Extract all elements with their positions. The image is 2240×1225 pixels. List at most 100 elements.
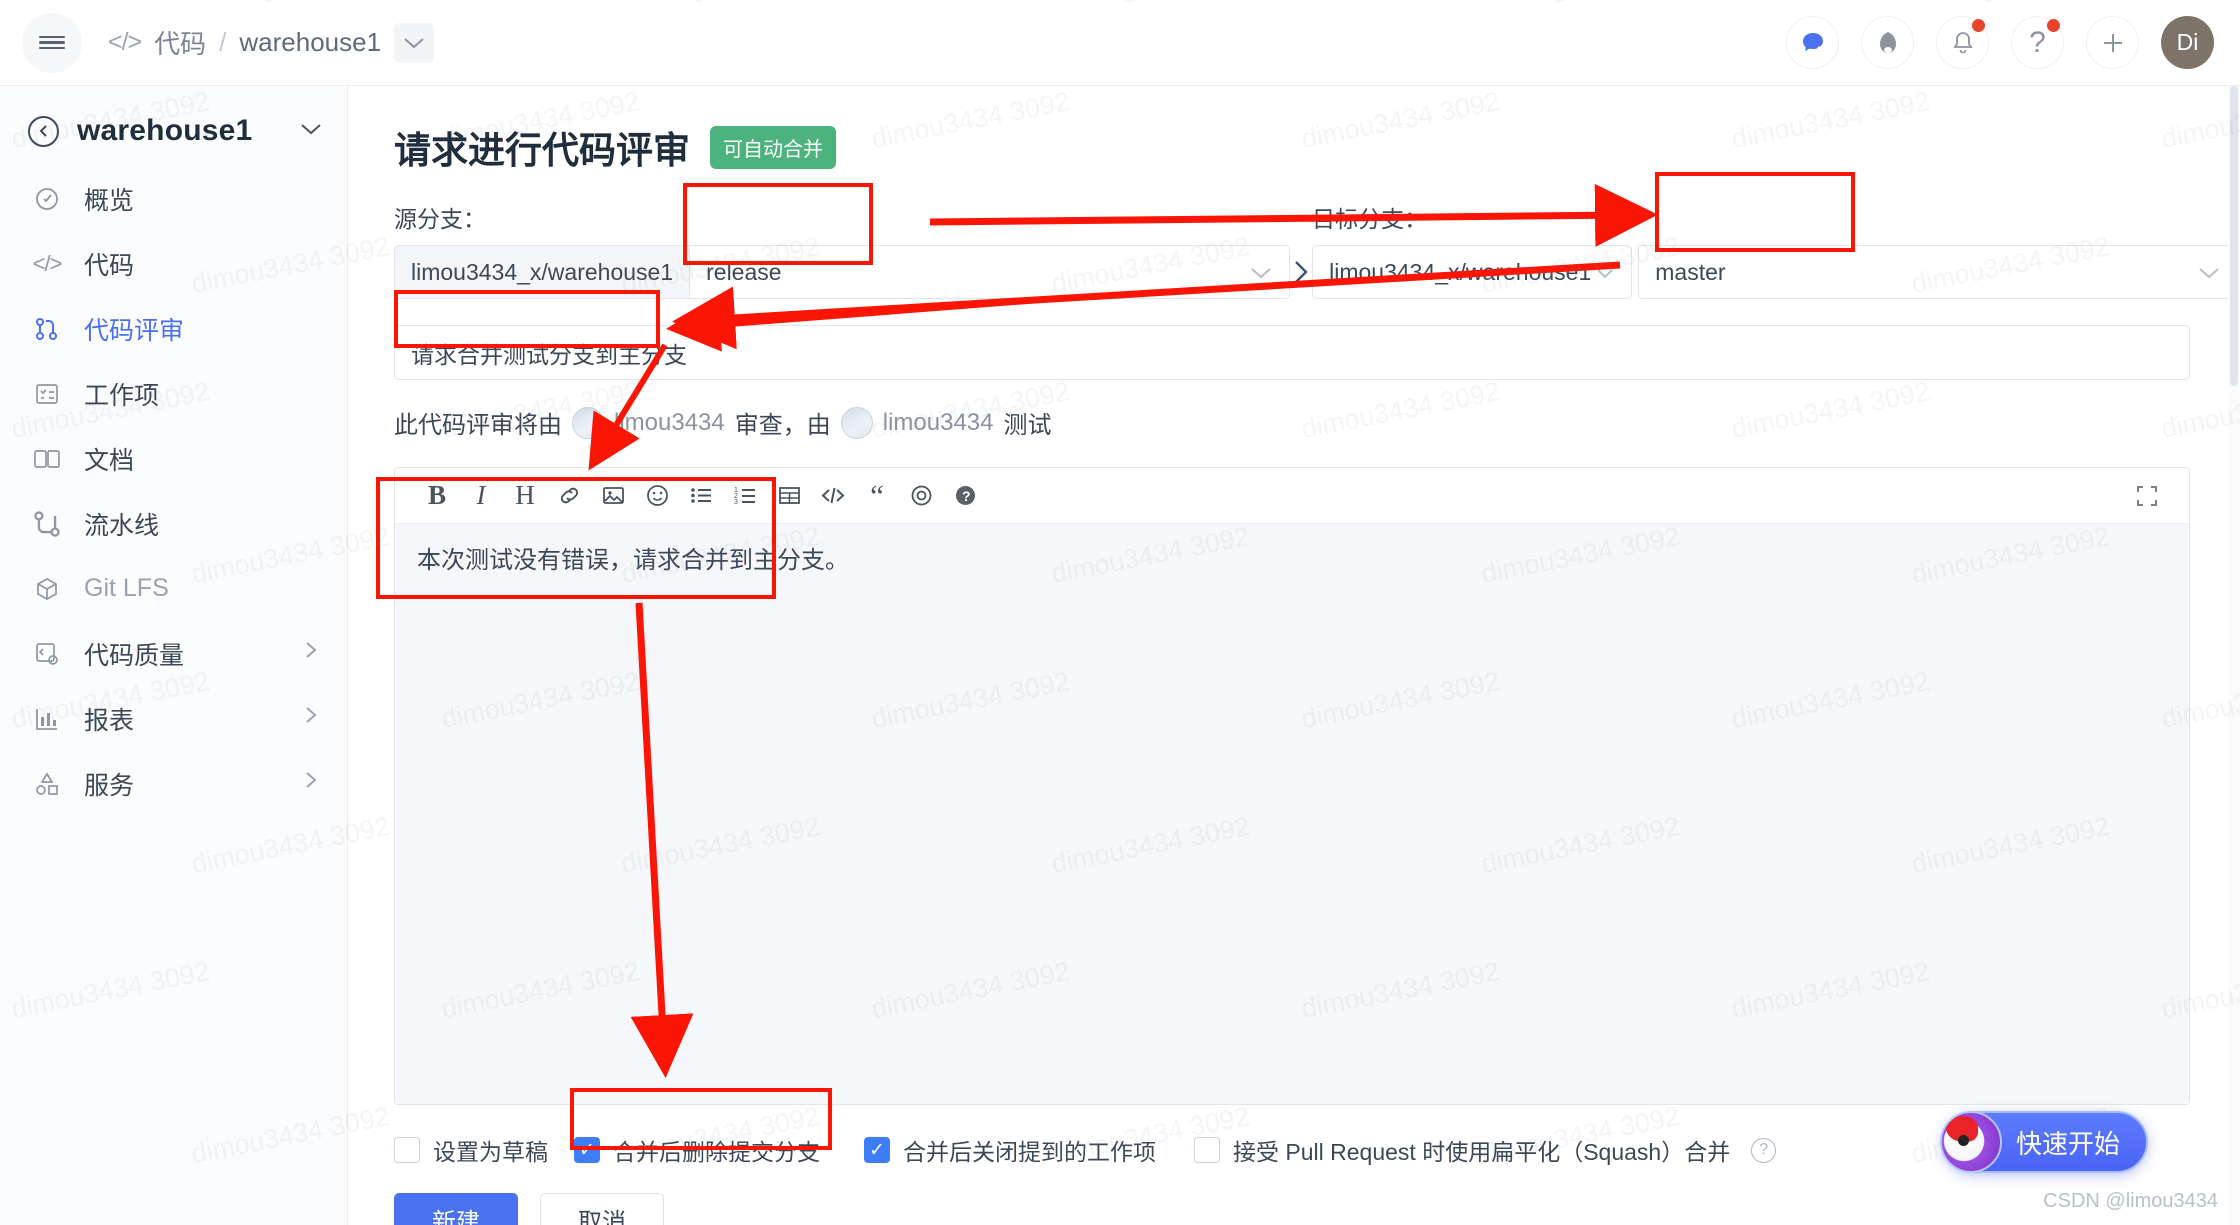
reviewer-middle: 审查，由 (735, 405, 831, 440)
chevron-down-icon (1249, 259, 1273, 286)
chart-icon (32, 704, 62, 734)
dashboard-icon (32, 184, 62, 214)
sidebar-item-code-quality[interactable]: 代码质量 (0, 621, 347, 686)
branch-selector-row: 源分支： limou3434_x/warehouse1 release 目标分支… (394, 200, 2190, 299)
page-title: 请求进行代码评审 (394, 120, 690, 174)
pony-mascot-icon (1940, 1111, 2002, 1173)
checkbox-set-draft[interactable]: 设置为草稿 (394, 1133, 574, 1167)
image-icon[interactable] (591, 474, 635, 518)
checkbox-label: 接受 Pull Request 时使用扁平化（Squash）合并 (1233, 1133, 1730, 1167)
page-title-row: 请求进行代码评审 可自动合并 (394, 120, 2190, 174)
bold-icon[interactable]: B (415, 474, 459, 518)
code-block-icon[interactable] (811, 474, 855, 518)
sidebar-header: warehouse1 (0, 86, 347, 166)
reviewer-prefix: 此代码评审将由 (394, 405, 562, 440)
reviewer-line: 此代码评审将由 limou3434 审查，由 limou3434 测试 (394, 405, 2190, 440)
checkbox-box[interactable] (864, 1137, 890, 1163)
notification-badge (1972, 19, 1985, 32)
sidebar-item-git-lfs[interactable]: Git LFS (0, 556, 347, 621)
bell-icon[interactable] (1936, 16, 1989, 69)
checkbox-delete-branch-after-merge[interactable]: 合并后删除提交分支 (574, 1133, 864, 1167)
reviewer-avatar (572, 407, 604, 439)
quick-start-button[interactable]: 快速开始 (1942, 1111, 2148, 1173)
target-repo-select[interactable]: limou3434_x/warehouse1 (1312, 245, 1632, 299)
italic-icon[interactable]: I (459, 474, 503, 518)
tester-avatar (841, 407, 873, 439)
mascot-icon[interactable] (1861, 16, 1914, 69)
chevron-down-icon (1595, 259, 1615, 286)
scrollbar-thumb[interactable] (2230, 86, 2238, 386)
pull-request-icon (32, 314, 62, 344)
breadcrumb-repo[interactable]: warehouse1 (239, 27, 381, 58)
fullscreen-icon[interactable] (2125, 474, 2169, 518)
source-branch-select[interactable]: release (690, 245, 1290, 299)
chevron-left-circle-icon[interactable] (28, 116, 59, 147)
plus-icon[interactable] (2086, 16, 2139, 69)
checkbox-box[interactable] (1194, 1137, 1220, 1163)
chat-icon[interactable] (1786, 16, 1839, 69)
sidebar-item-docs[interactable]: 文档 (0, 426, 347, 491)
checkbox-label: 合并后关闭提到的工作项 (903, 1133, 1156, 1167)
chevron-right-icon (1290, 245, 1312, 299)
editor-body[interactable]: 本次测试没有错误，请求合并到主分支。 (395, 524, 2189, 1104)
avatar[interactable]: Di (2161, 16, 2214, 69)
chevron-down-icon[interactable] (394, 23, 434, 63)
checkbox-label: 合并后删除提交分支 (613, 1133, 820, 1167)
status-badge: 可自动合并 (710, 126, 836, 169)
breadcrumb: </> 代码 / warehouse1 (108, 23, 434, 63)
pipeline-icon (32, 509, 62, 539)
link-icon[interactable] (547, 474, 591, 518)
tasks-icon (32, 379, 62, 409)
page-scrollbar[interactable] (2228, 86, 2240, 1225)
heading-icon[interactable]: H (503, 474, 547, 518)
ordered-list-icon[interactable]: 123 (723, 474, 767, 518)
sidebar-item-label: 工作项 (84, 376, 159, 412)
sidebar-item-label: 代码评审 (84, 311, 184, 347)
review-title-value: 请求合并测试分支到主分支 (411, 336, 687, 370)
sidebar-item-code-review[interactable]: 代码评审 (0, 296, 347, 361)
breadcrumb-code-label[interactable]: 代码 (154, 24, 206, 61)
source-repo: limou3434_x/warehouse1 (394, 245, 690, 299)
preview-icon[interactable] (899, 474, 943, 518)
cancel-button[interactable]: 取消 (540, 1193, 664, 1225)
help-badge (2047, 19, 2060, 32)
help-icon[interactable]: ? (1751, 1138, 1776, 1163)
chevron-down-icon[interactable] (299, 121, 323, 141)
checkbox-squash-merge[interactable]: 接受 Pull Request 时使用扁平化（Squash）合并 ? (1194, 1133, 1776, 1167)
create-button[interactable]: 新建 (394, 1193, 518, 1225)
tester-name[interactable]: limou3434 (883, 409, 994, 437)
hamburger-icon[interactable] (22, 13, 82, 73)
quote-icon[interactable]: “ (855, 474, 899, 518)
avatar-initials: Di (2177, 29, 2199, 56)
services-icon (32, 769, 62, 799)
main-content: 请求进行代码评审 可自动合并 源分支： limou3434_x/warehous… (348, 86, 2240, 1225)
bullet-list-icon[interactable] (679, 474, 723, 518)
breadcrumb-separator: / (219, 27, 226, 58)
sidebar-item-pipeline[interactable]: 流水线 (0, 491, 347, 556)
review-title-input[interactable]: 请求合并测试分支到主分支 (394, 325, 2190, 380)
source-branch-label: 源分支： (394, 200, 1290, 234)
sidebar-item-reports[interactable]: 报表 (0, 686, 347, 751)
sidebar-item-label: 流水线 (84, 506, 159, 542)
reviewer-name[interactable]: limou3434 (614, 409, 725, 437)
checkbox-close-work-items-after-merge[interactable]: 合并后关闭提到的工作项 (864, 1133, 1194, 1167)
sidebar-item-code[interactable]: </> 代码 (0, 231, 347, 296)
sidebar-item-work-items[interactable]: 工作项 (0, 361, 347, 426)
checkbox-box[interactable] (574, 1137, 600, 1163)
sidebar: warehouse1 概览 </> 代码 代码评审 工作项 文档 (0, 86, 348, 1225)
target-branch-select[interactable]: master (1638, 245, 2238, 299)
package-icon (32, 574, 62, 604)
sidebar-item-services[interactable]: 服务 (0, 751, 347, 816)
help-icon[interactable]: ? (943, 474, 987, 518)
code-icon: </> (108, 28, 141, 57)
help-icon[interactable]: ? (2011, 16, 2064, 69)
chevron-right-icon (303, 704, 319, 733)
target-branch-value: master (1655, 259, 2197, 286)
top-bar-actions: ? Di (1786, 16, 2214, 69)
table-icon[interactable] (767, 474, 811, 518)
checkbox-box[interactable] (394, 1137, 420, 1163)
emoji-icon[interactable] (635, 474, 679, 518)
sidebar-project-title: warehouse1 (77, 114, 252, 148)
sidebar-item-label: 概览 (84, 181, 134, 217)
sidebar-item-overview[interactable]: 概览 (0, 166, 347, 231)
